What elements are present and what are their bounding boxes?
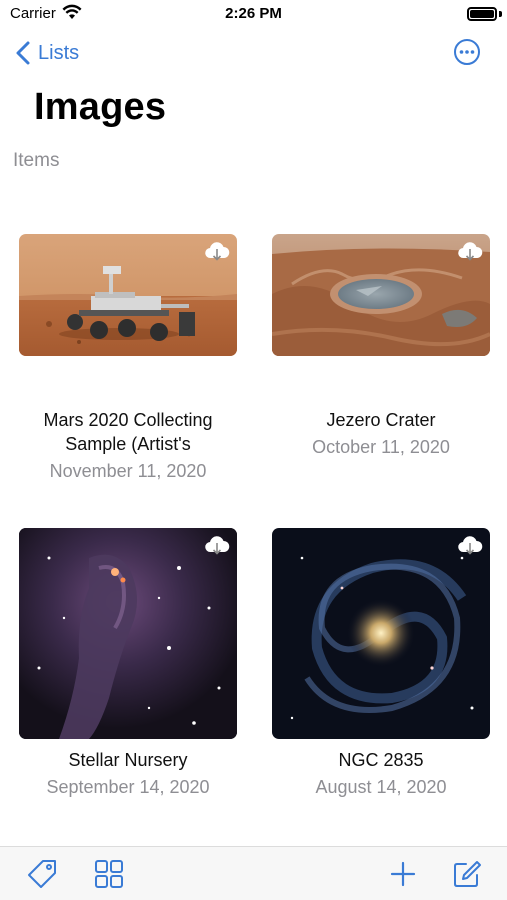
back-label: Lists xyxy=(38,41,80,64)
card-title: Stellar Nursery xyxy=(68,750,188,770)
grid-icon[interactable] xyxy=(92,857,126,891)
chevron-left-icon xyxy=(16,41,30,65)
bottom-toolbar xyxy=(0,846,507,900)
back-button[interactable]: Lists xyxy=(14,38,79,68)
card-date: September 14, 2020 xyxy=(46,777,210,797)
card-title: NGC 2835 xyxy=(338,750,424,770)
battery-icon xyxy=(467,7,497,21)
image-thumbnail[interactable] xyxy=(272,528,490,739)
cloud-download-icon[interactable] xyxy=(204,241,230,263)
card-date: October 11, 2020 xyxy=(312,437,450,457)
cloud-download-icon[interactable] xyxy=(204,535,230,557)
compose-icon[interactable] xyxy=(450,857,484,891)
plus-icon[interactable] xyxy=(386,857,420,891)
page-title: Images xyxy=(34,86,167,128)
cloud-download-icon[interactable] xyxy=(457,535,483,557)
section-header: Items xyxy=(13,150,60,171)
battery-tip xyxy=(499,11,502,17)
stellar-nursery-image xyxy=(19,528,237,739)
tag-icon[interactable] xyxy=(25,857,59,891)
status-time: 2:26 PM xyxy=(225,5,282,22)
cloud-download-icon[interactable] xyxy=(457,241,483,263)
image-thumbnail[interactable] xyxy=(19,234,237,356)
image-thumbnail[interactable] xyxy=(272,234,490,356)
galaxy-image xyxy=(272,528,490,739)
card-date: November 11, 2020 xyxy=(49,461,207,481)
status-bar: Carrier 2:26 PM xyxy=(0,0,507,30)
image-thumbnail[interactable] xyxy=(19,528,237,739)
ellipsis-circle-icon[interactable] xyxy=(453,38,481,66)
card-title-line2: Sample (Artist's xyxy=(65,434,191,454)
card-title: Jezero Crater xyxy=(326,410,436,430)
card-date: August 14, 2020 xyxy=(315,777,447,797)
card-title: Mars 2020 Collecting xyxy=(43,410,213,430)
